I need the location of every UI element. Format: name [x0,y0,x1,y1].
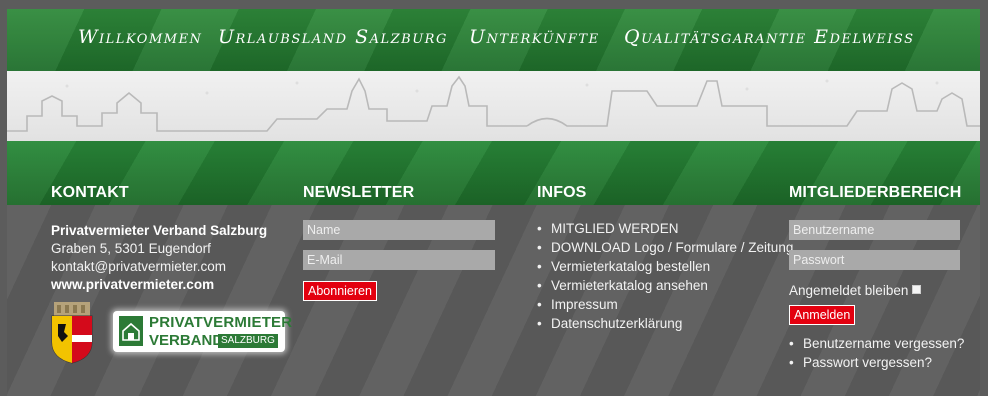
account-help-links: Benutzername vergessen? Passwort vergess… [789,334,964,372]
password-input[interactable]: Passwort [789,250,960,270]
info-link-mitglied-werden[interactable]: MITGLIED WERDEN [537,219,793,238]
org-address: Graben 5, 5301 Eugendorf [51,241,211,256]
forgot-password-link[interactable]: Passwort vergessen? [789,353,964,372]
remember-me-checkbox[interactable] [912,285,921,294]
kontakt-heading: KONTAKT [51,184,129,201]
info-link-katalog-bestellen[interactable]: Vermieterkatalog bestellen [537,257,793,276]
info-link-impressum[interactable]: Impressum [537,295,793,314]
infos-heading: INFOS [537,184,587,201]
newsletter-email-input[interactable]: E-Mail [303,250,495,270]
mitgliederbereich-heading: MITGLIEDERBEREICH [789,184,962,201]
skyline-banner [7,71,980,141]
forgot-username-link[interactable]: Benutzername vergessen? [789,334,964,353]
nav-item-qualitaetsgarantie[interactable]: Qualitätsgarantie Edelweiss [624,26,915,48]
infos-link-list: MITGLIED WERDEN DOWNLOAD Logo / Formular… [537,219,793,333]
username-input[interactable]: Benutzername [789,220,960,240]
logo-line-salzburg: SALZBURG [218,334,278,348]
remember-me-label: Angemeldet bleiben [789,283,909,298]
salzburg-coat-of-arms-icon [51,302,93,364]
newsletter-name-input[interactable]: Name [303,220,495,240]
main-navigation: Willkommen Urlaubsland Salzburg Unterkün… [7,9,980,71]
privatvermieter-logo: PRIVATVERMIETER VERBAND SALZBURG [113,311,292,352]
info-link-download[interactable]: DOWNLOAD Logo / Formulare / Zeitung [537,238,793,257]
salzburg-skyline-illustration [7,75,980,132]
website-link[interactable]: www.privatvermieter.com [51,277,214,292]
newsletter-heading: NEWSLETTER [303,184,415,201]
info-link-datenschutz[interactable]: Datenschutzerklärung [537,314,793,333]
org-name: Privatvermieter Verband Salzburg [51,223,268,238]
subscribe-button[interactable]: Abonnieren [303,281,377,301]
logo-line-privatvermieter: PRIVATVERMIETER [149,314,293,331]
logo-line-verband: VERBAND [149,332,224,349]
contact-email-link[interactable]: kontakt@privatvermieter.com [51,259,226,274]
nav-item-willkommen[interactable]: Willkommen [78,26,202,48]
info-link-katalog-ansehen[interactable]: Vermieterkatalog ansehen [537,276,793,295]
login-button[interactable]: Anmelden [789,305,856,325]
nav-item-urlaubsland-salzburg[interactable]: Urlaubsland Salzburg [218,26,448,48]
nav-item-unterkuenfte[interactable]: Unterkünfte [469,26,600,48]
house-badge-icon [119,316,143,346]
